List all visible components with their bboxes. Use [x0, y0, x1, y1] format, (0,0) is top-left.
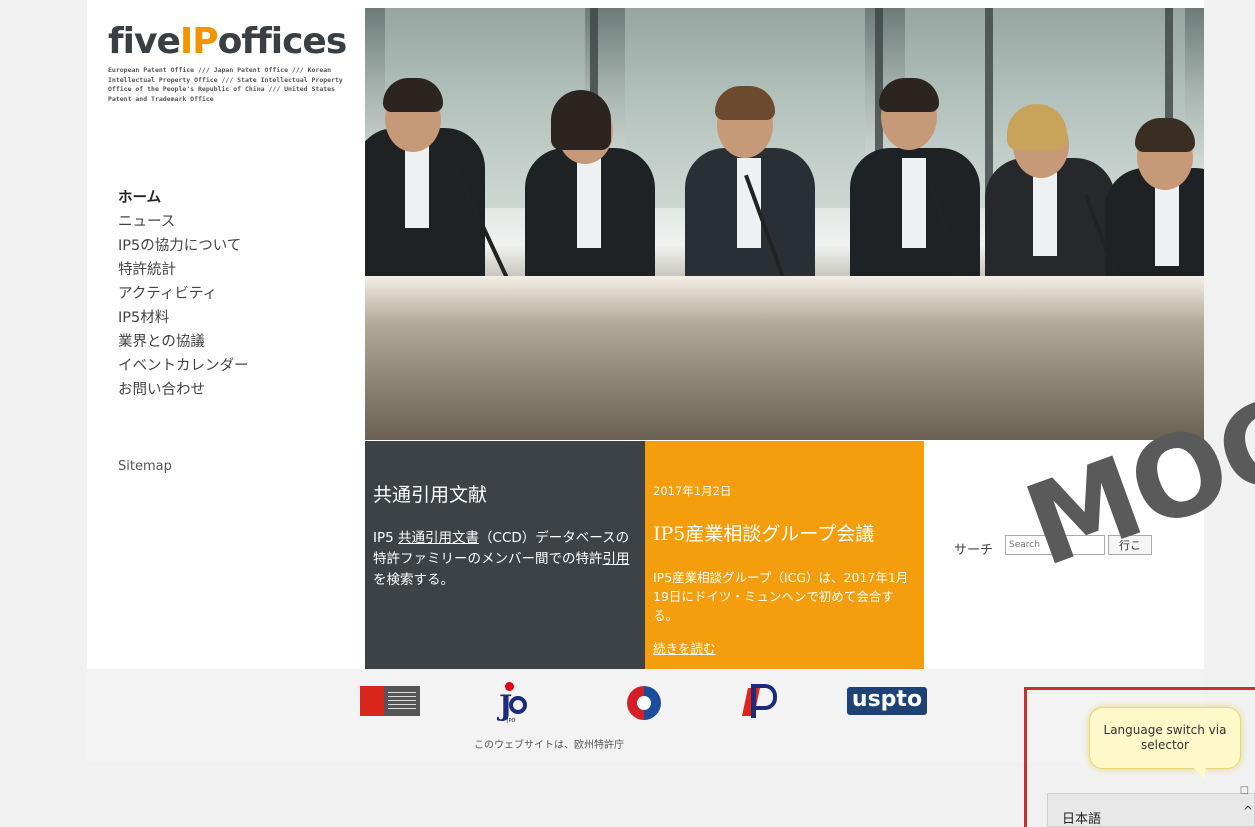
- ccd-title: 共通引用文献: [373, 484, 488, 506]
- nav-item-activities[interactable]: アクティビティ: [118, 282, 249, 306]
- nav-item-news[interactable]: ニュース: [118, 210, 249, 234]
- epo-logo[interactable]: [360, 686, 420, 716]
- news-text: IP5産業相談グループ（ICG）は、2017年1月19日にドイツ・ミュンヘンで初…: [653, 570, 909, 623]
- main-nav: ホーム ニュース IP5の協力について 特許統計 アクティビティ IP5材料 業…: [118, 186, 249, 402]
- nav-item-statistics[interactable]: 特許統計: [118, 258, 249, 282]
- nav-item-calendar[interactable]: イベントカレンダー: [118, 354, 249, 378]
- nav-item-home[interactable]: ホーム: [118, 186, 249, 210]
- news-panel: 2017年1月2日 IP5産業相談グループ会議 IP5産業相談グループ（ICG）…: [645, 441, 924, 669]
- search-label: サーチ: [954, 543, 994, 558]
- language-tooltip: Language switch via selector: [1089, 707, 1241, 780]
- cnipa-logo[interactable]: [737, 682, 779, 718]
- kipo-logo[interactable]: [627, 686, 661, 720]
- read-more-link[interactable]: 続きを読む: [653, 638, 716, 657]
- ccd-panel: 共通引用文献 IP5 共通引用文書（CCD）データベースの特許ファミリーのメンバ…: [365, 441, 645, 669]
- ccd-link[interactable]: 共通引用文書: [398, 530, 479, 546]
- jpo-logo[interactable]: J JPO: [497, 682, 533, 724]
- ccd-description: IP5 共通引用文書（CCD）データベースの特許ファミリーのメンバー間での特許引…: [373, 530, 630, 588]
- footer-credit: このウェブサイトは、欧州特許庁: [474, 740, 624, 751]
- nav-item-contact[interactable]: お問い合わせ: [118, 378, 249, 402]
- nav-item-industry[interactable]: 業界との協議: [118, 330, 249, 354]
- language-selector[interactable]: 日本語 ^: [1047, 793, 1255, 827]
- sitemap-link[interactable]: Sitemap: [118, 459, 172, 474]
- language-selected: 日本語: [1062, 812, 1102, 827]
- chevron-up-icon: ^: [1243, 804, 1254, 818]
- hero-image: [365, 8, 1204, 440]
- nav-item-materials[interactable]: IP5材料: [118, 306, 249, 330]
- news-date: 2017年1月2日: [653, 484, 732, 498]
- site-logo[interactable]: fiveIPoffices European Patent Office ///…: [108, 24, 348, 104]
- news-title: IP5産業相談グループ会議: [653, 523, 875, 545]
- logo-subtitle: European Patent Office /// Japan Patent …: [108, 66, 343, 103]
- nav-item-about[interactable]: IP5の協力について: [118, 234, 249, 258]
- logo-wordmark: fiveIPoffices: [108, 21, 347, 62]
- citation-link[interactable]: 引用: [603, 551, 630, 567]
- uspto-logo[interactable]: uspto: [847, 687, 927, 715]
- page-container: fiveIPoffices European Patent Office ///…: [87, 0, 1204, 762]
